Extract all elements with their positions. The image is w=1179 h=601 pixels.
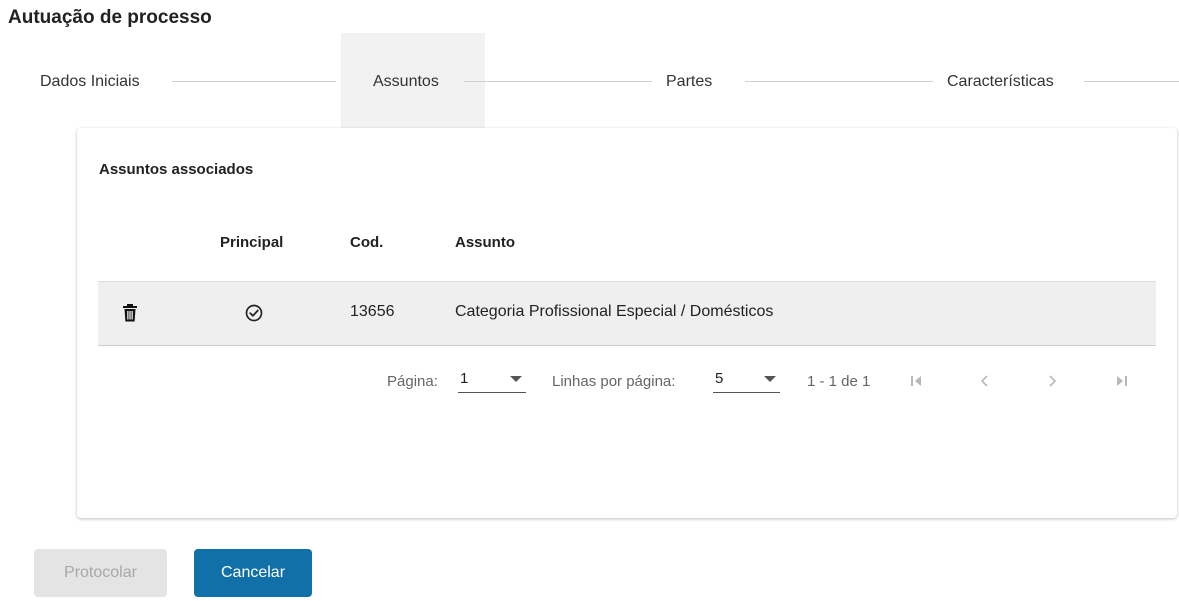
rows-per-page-value: 5 [715, 370, 724, 387]
column-header-cod: Cod. [350, 234, 384, 251]
step-partes[interactable]: Partes [666, 73, 712, 91]
cancelar-button[interactable]: Cancelar [194, 549, 312, 597]
page-select-value: 1 [460, 370, 469, 387]
page-label: Página: [387, 373, 438, 390]
rows-per-page-label: Linhas por página: [552, 373, 676, 390]
chevron-down-icon [764, 376, 776, 382]
section-title: Assuntos associados [99, 161, 254, 178]
subject-code: 13656 [350, 303, 395, 320]
step-dados-iniciais[interactable]: Dados Iniciais [40, 73, 140, 91]
step-connector [1084, 81, 1179, 82]
last-page-icon[interactable] [1113, 372, 1131, 390]
step-connector [464, 81, 652, 82]
column-header-principal: Principal [220, 234, 284, 251]
first-page-icon[interactable] [907, 372, 925, 390]
chevron-down-icon [510, 376, 522, 382]
trash-icon[interactable] [122, 304, 138, 327]
previous-page-icon[interactable] [976, 372, 994, 390]
step-assuntos[interactable]: Assuntos [373, 73, 439, 91]
table-row: 13656 Categoria Profissional Especial / … [98, 282, 1156, 346]
page-title: Autuação de processo [8, 7, 212, 28]
next-page-icon[interactable] [1043, 372, 1061, 390]
column-header-assunto: Assunto [455, 234, 515, 251]
step-caracteristicas[interactable]: Características [947, 73, 1054, 91]
subjects-card: Assuntos associados Principal Cod. Assun… [77, 128, 1177, 518]
rows-per-page-select[interactable]: 5 [713, 369, 780, 393]
stepper: Dados Iniciais Assuntos Partes Caracterí… [0, 33, 1179, 128]
page-range: 1 - 1 de 1 [807, 373, 871, 390]
step-connector [745, 81, 933, 82]
protocolar-button[interactable]: Protocolar [34, 549, 167, 597]
check-circle-icon [245, 304, 263, 327]
subject-name: Categoria Profissional Especial / Domést… [455, 303, 774, 320]
page-select[interactable]: 1 [458, 369, 526, 393]
step-connector [172, 81, 336, 82]
